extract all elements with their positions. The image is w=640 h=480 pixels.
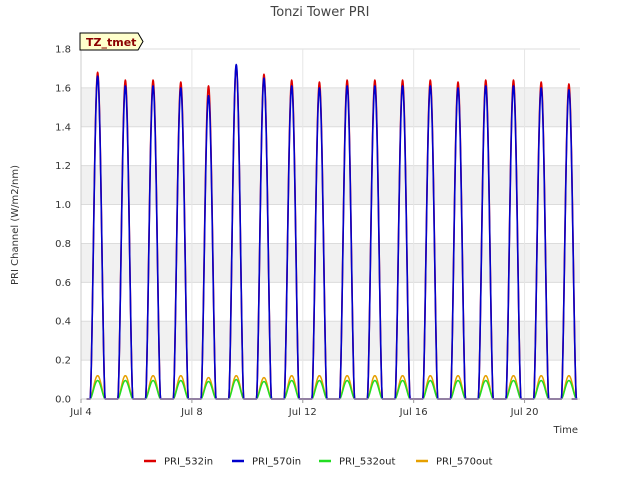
y-tick-label: 1.2 [55, 161, 71, 172]
y-tick-label: 0.4 [55, 317, 71, 328]
y-tick-label: 0.0 [55, 395, 71, 406]
site-tag: TZ_tmet [79, 32, 144, 51]
x-tick-label: Jul 12 [288, 407, 317, 418]
y-tick-label: 1.8 [55, 45, 71, 56]
y-tick-label: 1.4 [55, 122, 71, 133]
chart-title: Tonzi Tower PRI [270, 5, 370, 20]
pri-line-chart: 0.0 0.2 0.4 0.6 0.8 1.0 1.2 1.4 1.6 1.8 Jul 4 Jul … [0, 0, 640, 480]
legend-label: PRI_570out [436, 457, 492, 468]
y-tick-label: 0.2 [55, 356, 71, 367]
grid-band [81, 321, 580, 361]
x-tick-label: Jul 4 [69, 407, 92, 418]
y-tick-label: 1.6 [55, 83, 71, 94]
y-axis-label: PRI Channel (W/m2/nm) [10, 165, 21, 285]
legend-label: PRI_532in [164, 457, 213, 468]
y-tick-label: 0.6 [55, 278, 71, 289]
y-tick-label: 1.0 [55, 200, 71, 211]
x-tick-label: Jul 20 [510, 407, 539, 418]
site-tag-label: TZ_tmet [86, 36, 136, 49]
x-tick-label: Jul 8 [180, 407, 203, 418]
grid-band [81, 243, 580, 283]
legend-label: PRI_532out [339, 457, 395, 468]
x-tick-label: Jul 16 [399, 407, 428, 418]
y-tick-label: 0.8 [55, 239, 71, 250]
x-axis-label: Time [553, 425, 578, 436]
grid-band [81, 87, 580, 127]
chart-background [0, 0, 640, 480]
legend-label: PRI_570in [252, 457, 301, 468]
